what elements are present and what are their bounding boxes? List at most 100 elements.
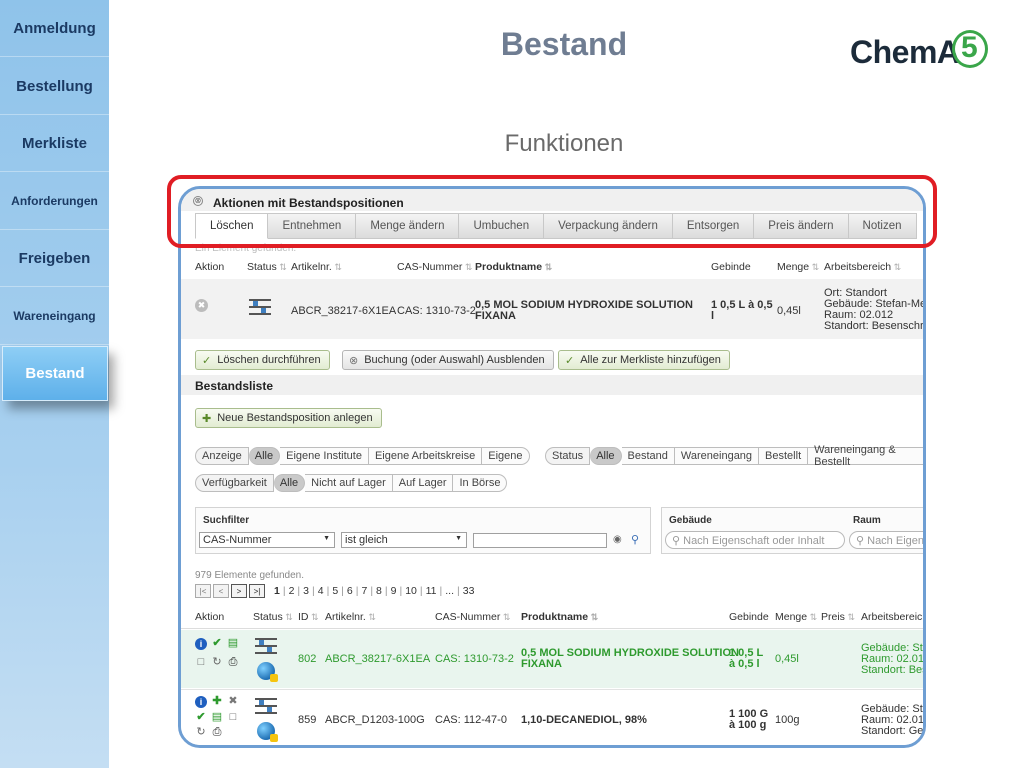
table-row[interactable]: i ✔ ▤ □ ↻ ⎙ 802 ABCR_38217-6X1EA CAS: 13… [181,630,923,688]
col-gebinde: Gebinde [711,261,751,273]
col-cas[interactable]: CAS-Nummer [435,611,510,623]
suchfilter-value-input[interactable] [473,533,607,548]
print-icon[interactable]: ⎙ [211,726,223,738]
bereich-line-3: Standort: Gefahrstoffschrank [861,725,924,737]
col-preis[interactable]: Preis [821,611,855,623]
cart-icon[interactable]: ▤ [227,637,239,649]
page-11[interactable]: 11 [423,585,440,597]
sidebar: Anmeldung Bestellung Merkliste Anforderu… [0,0,109,768]
table-row[interactable]: i ✚ ✖ ✔ ▤ □ ↻ ⎙ 859 ABCR_D1203-100G CAS:… [181,689,924,745]
nav-item-bestellung[interactable]: Bestellung [0,58,109,115]
gebaeude-search-input[interactable]: ⚲ Nach Eigenschaft oder Inhalt [665,531,845,549]
col-menge[interactable]: Menge [775,611,817,623]
tab-loeschen[interactable]: Löschen [195,213,269,239]
col-id[interactable]: ID [298,611,319,623]
remove-icon[interactable]: ✖ [195,299,208,312]
page-10[interactable]: 10 [402,585,420,597]
tab-umbuchen[interactable]: Umbuchen [459,213,545,239]
col-artikelnr[interactable]: Artikelnr. [325,611,376,623]
raum-search-input[interactable]: ⚲ Nach Eigenschaft [849,531,924,549]
delete-icon[interactable]: ✖ [227,695,239,707]
info-icon[interactable]: i [195,638,207,650]
col-arbeitsbereich[interactable]: Arbeitsbereich [824,261,901,273]
nav-item-merkliste[interactable]: Merkliste [0,115,109,172]
anzeige-alle[interactable]: Alle [248,447,281,465]
col-menge[interactable]: Menge [777,261,819,273]
add-to-merkliste-label: Alle zur Merkliste hinzufügen [580,354,721,366]
col-produktname[interactable]: Produktname [475,261,552,273]
page-7[interactable]: 7 [358,585,370,597]
result-count: 979 Elemente gefunden. [195,570,304,581]
document-icon[interactable]: □ [195,656,207,668]
search-icon[interactable]: ⚲ [631,533,639,546]
page-1[interactable]: 1 [271,585,283,597]
history-icon[interactable]: ↻ [211,656,223,668]
status-alle[interactable]: Alle [590,447,622,465]
last-page-button[interactable]: >| [249,584,265,598]
collapse-icon[interactable]: ⊗ [193,196,203,206]
status-wareneingang-bestellt[interactable]: Wareneingang & Bestellt [808,444,923,468]
delete-execute-button[interactable]: ✓ Löschen durchführen [195,350,330,370]
status-bestand[interactable]: Bestand [621,447,675,465]
add-icon[interactable]: ✚ [211,695,223,707]
document-icon[interactable]: □ [227,711,239,723]
verfuegbarkeit-auf-lager[interactable]: Auf Lager [392,474,454,492]
page-4[interactable]: 4 [315,585,327,597]
globe-lock-icon [257,662,278,682]
col-status[interactable]: Status [253,611,293,623]
tab-notizen[interactable]: Notizen [848,213,917,239]
cart-icon[interactable]: ▤ [211,711,223,723]
print-icon[interactable]: ⎙ [227,656,239,668]
anzeige-eigene-arbeitskreise[interactable]: Eigene Arbeitskreise [368,447,483,465]
prev-page-button[interactable]: < [213,584,229,598]
raum-label: Raum [853,515,881,526]
anzeige-eigene[interactable]: Eigene [482,447,530,465]
tab-verpackung-aendern[interactable]: Verpackung ändern [544,213,673,239]
page-2[interactable]: 2 [286,585,298,597]
suchfilter-field-select[interactable]: CAS-Nummer [199,532,335,548]
col-artikelnr[interactable]: Artikelnr. [291,261,342,273]
verfuegbarkeit-alle[interactable]: Alle [273,474,306,492]
suchfilter-operator-select[interactable]: ist gleich [341,532,467,548]
check-icon: ✓ [565,354,575,367]
page-33[interactable]: 33 [460,585,478,597]
eye-icon[interactable]: ◉ [613,534,622,545]
page-3[interactable]: 3 [300,585,312,597]
verfuegbarkeit-nicht-auf-lager[interactable]: Nicht auf Lager [305,474,393,492]
artikelnr: ABCR_38217-6X1EA [325,653,431,665]
page-6[interactable]: 6 [344,585,356,597]
nav-item-anmeldung[interactable]: Anmeldung [0,0,109,57]
new-position-button[interactable]: ✚ Neue Bestandsposition anlegen [195,408,382,428]
table-row[interactable]: ✖ ABCR_38217-6X1EA CAS: 1310-73-2 0,5 MO… [181,279,923,339]
raum-placeholder: Nach Eigenschaft [867,535,924,547]
tab-entsorgen[interactable]: Entsorgen [672,213,755,239]
next-page-button[interactable]: > [231,584,247,598]
check-icon[interactable]: ✔ [195,711,207,723]
status-wareneingang[interactable]: Wareneingang [674,447,760,465]
col-arbeitsbereich: Arbeitsbereich [861,611,926,623]
history-icon[interactable]: ↻ [195,726,207,738]
tab-preis-aendern[interactable]: Preis ändern [754,213,849,239]
info-icon[interactable]: i [195,696,207,708]
verfuegbarkeit-in-boerse[interactable]: In Börse [453,474,508,492]
col-status[interactable]: Status [247,261,287,273]
search-icon: ⚲ [672,535,681,547]
page-5[interactable]: 5 [329,585,341,597]
nav-item-wareneingang[interactable]: Wareneingang [0,288,109,345]
nav-item-bestand[interactable]: Bestand [2,346,108,401]
status-bestellt[interactable]: Bestellt [759,447,809,465]
nav-item-freigeben[interactable]: Freigeben [0,230,109,287]
nav-item-anforderungen[interactable]: Anforderungen [0,173,109,230]
first-page-button[interactable]: |< [195,584,211,598]
hide-booking-button[interactable]: ⊗ Buchung (oder Auswahl) Ausblenden [342,350,554,370]
check-icon[interactable]: ✔ [211,637,223,649]
tab-menge-aendern[interactable]: Menge ändern [356,213,460,239]
page-8[interactable]: 8 [373,585,385,597]
anzeige-eigene-institute[interactable]: Eigene Institute [280,447,369,465]
col-cas[interactable]: CAS-Nummer [397,261,472,273]
col-produktname[interactable]: Produktname [521,611,598,623]
page-9[interactable]: 9 [388,585,400,597]
selection-table-header: Aktion Status Artikelnr. CAS-Nummer Prod… [181,255,923,277]
tab-entnehmen[interactable]: Entnehmen [268,213,357,239]
add-to-merkliste-button[interactable]: ✓ Alle zur Merkliste hinzufügen [558,350,730,370]
